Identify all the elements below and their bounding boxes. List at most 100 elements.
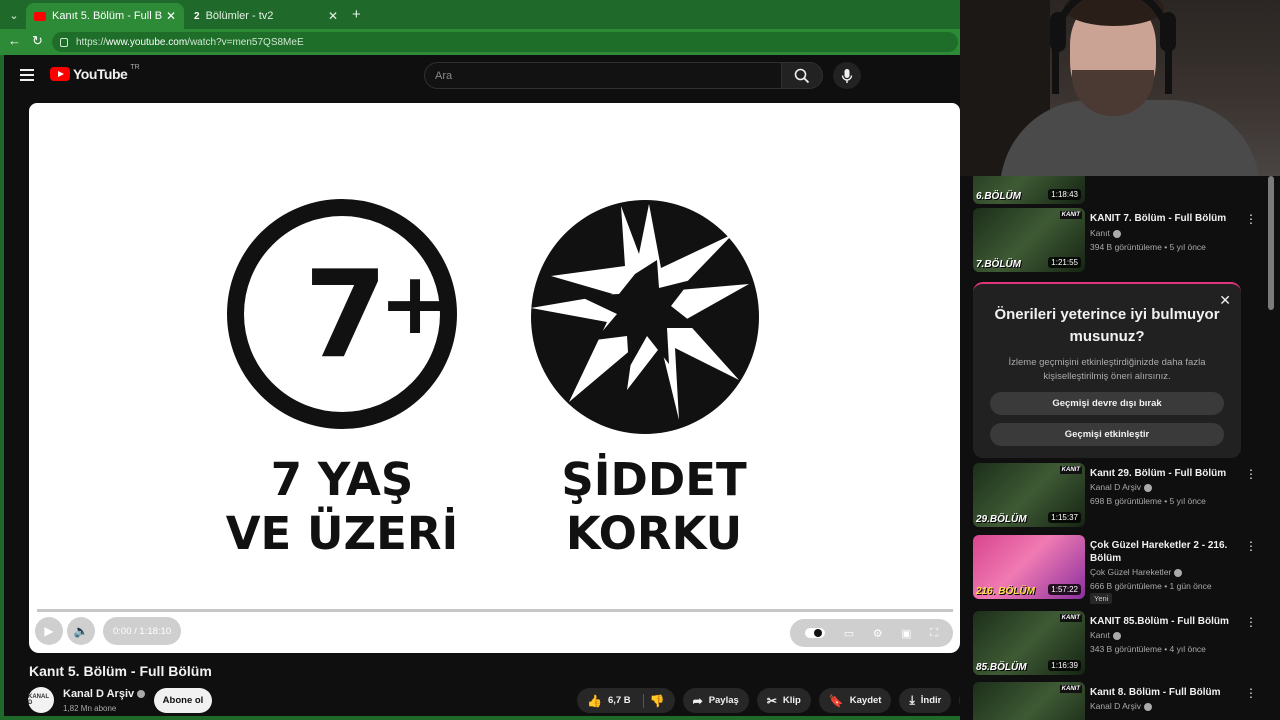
prompt-body: İzleme geçmişini etkinleştirdiğinizde da… — [1008, 357, 1206, 382]
youtube-logo[interactable]: YouTube TR — [50, 64, 140, 82]
channel-name[interactable]: Kanıt — [1090, 630, 1121, 640]
video-player[interactable]: 7 + 7 YAŞ VE ÜZERİ ŞİDDET KORKU ▶ 🔈 0:00… — [29, 103, 960, 653]
channel-name[interactable]: Kanal D Arşiv — [1090, 482, 1153, 492]
episode-badge: 6.BÖLÜM — [976, 191, 1021, 202]
browser-tab-tv2[interactable]: 2 Bölümler - tv2 ✕ — [186, 3, 346, 29]
content-rating-text: ŞİDDET KORKU — [554, 453, 754, 561]
like-count: 6,7 B — [607, 695, 631, 706]
more-options-icon[interactable]: ⋮ — [1245, 615, 1257, 629]
verified-icon — [137, 690, 146, 699]
download-icon: ⤓ — [909, 693, 915, 707]
age-rating-line2: VE ÜZERİ — [225, 507, 459, 560]
clip-button[interactable]: ✂ Klip — [756, 688, 811, 713]
verified-icon — [1112, 229, 1121, 238]
search-icon — [794, 68, 810, 83]
microphone-icon — [841, 68, 853, 83]
url-host: www.youtube.com — [106, 36, 188, 48]
voice-search-button[interactable] — [833, 62, 861, 89]
download-button[interactable]: ⤓ İndir — [899, 688, 952, 713]
close-tab-icon[interactable]: ✕ — [328, 9, 338, 23]
reload-icon[interactable]: ↻ — [32, 33, 43, 49]
scissors-icon: ✂ — [766, 693, 777, 708]
show-logo: KANIT — [1059, 685, 1082, 693]
channel-name-text: Kanıt — [1090, 228, 1110, 238]
subscribe-button[interactable]: Abone ol — [154, 688, 212, 713]
video-title[interactable]: Kanıt 29. Bölüm - Full Bölüm — [1090, 467, 1250, 480]
prompt-heading: Önerileri yeterince iyi bulmuyor musunuz… — [994, 306, 1220, 345]
browser-tab-bar: ⌄ Kanıt 5. Bölüm - Full Bölüm - YouT ✕ 2… — [0, 0, 960, 29]
browser-tab-youtube[interactable]: Kanıt 5. Bölüm - Full Bölüm - YouT ✕ — [26, 3, 184, 29]
thumbs-up-icon: 👍 — [587, 693, 602, 708]
video-thumbnail[interactable]: KANIT 29.BÖLÜM 1:15:37 — [973, 463, 1085, 527]
autoplay-toggle[interactable] — [805, 628, 826, 638]
progress-bar[interactable] — [37, 609, 953, 612]
content-rating-line1: ŞİDDET — [561, 453, 747, 506]
age-rating-number: 7 — [304, 246, 388, 385]
list-item[interactable]: 216. BÖLÜM 1:57:22 Çok Güzel Hareketler … — [973, 535, 1273, 605]
list-item[interactable]: KANIT Kanıt 8. Bölüm - Full Bölüm Kanal … — [973, 682, 1273, 720]
video-thumbnail[interactable]: KANIT — [973, 682, 1085, 720]
fullscreen-icon[interactable]: ⛶ — [930, 627, 938, 640]
channel-name-text: Çok Güzel Hareketler — [1090, 567, 1172, 577]
headset-earcup-left — [1050, 12, 1066, 52]
list-item[interactable]: 6.BÖLÜM 1:18:43 — [973, 176, 1273, 210]
more-options-icon[interactable]: ⋮ — [1245, 686, 1257, 700]
verified-icon — [1112, 631, 1121, 640]
recommendations-sidebar: 6.BÖLÜM 1:18:43 KANIT 7.BÖLÜM 1:21:55 KA… — [960, 176, 1280, 720]
list-item[interactable]: KANIT 7.BÖLÜM 1:21:55 KANIT 7. Bölüm - F… — [973, 208, 1273, 278]
content-rating-line2: KORKU — [565, 507, 743, 560]
mute-button[interactable]: 🔈 — [67, 617, 95, 645]
new-tab-plus-icon[interactable]: + — [352, 6, 361, 23]
tv2-favicon-icon: 2 — [194, 10, 200, 22]
more-options-icon[interactable]: ⋮ — [1245, 467, 1257, 481]
video-title[interactable]: KANIT 85.Bölüm - Full Bölüm — [1090, 615, 1250, 628]
close-tab-icon[interactable]: ✕ — [166, 9, 176, 23]
more-options-icon[interactable]: ⋮ — [1245, 212, 1257, 226]
video-thumbnail[interactable]: 216. BÖLÜM 1:57:22 — [973, 535, 1085, 599]
video-thumbnail[interactable]: 6.BÖLÜM 1:18:43 — [973, 176, 1085, 204]
settings-gear-icon[interactable]: ⚙ — [873, 627, 883, 640]
url-prefix: https:// — [76, 36, 107, 48]
volume-icon: 🔈 — [73, 624, 89, 638]
video-meta: 343 B görüntüleme • 4 yıl önce — [1090, 644, 1206, 654]
window-frame-left — [0, 55, 4, 720]
subtitles-icon[interactable]: ▭ — [844, 627, 854, 640]
site-info-icon[interactable] — [60, 37, 68, 47]
search-button[interactable] — [781, 62, 823, 89]
video-thumbnail[interactable]: KANIT 85.BÖLÜM 1:16:39 — [973, 611, 1085, 675]
play-icon: ▶ — [44, 624, 54, 638]
disable-history-button[interactable]: Geçmişi devre dışı bırak — [990, 392, 1224, 415]
video-title[interactable]: KANIT 7. Bölüm - Full Bölüm — [1090, 212, 1250, 225]
duration: 1:57:22 — [1048, 584, 1081, 595]
new-badge: Yeni — [1090, 593, 1113, 604]
video-thumbnail[interactable]: KANIT 7.BÖLÜM 1:21:55 — [973, 208, 1085, 272]
like-button[interactable]: 👍 6,7 B 👎 — [577, 688, 675, 713]
episode-badge: 216. BÖLÜM — [976, 586, 1035, 597]
channel-name[interactable]: Kanal D Arşiv — [1090, 701, 1153, 711]
enable-history-button[interactable]: Geçmişi etkinleştir — [990, 423, 1224, 446]
address-bar[interactable]: https://www.youtube.com/watch?v=men57QS8… — [52, 32, 958, 52]
thumbs-down-icon[interactable]: 👎 — [650, 694, 665, 708]
miniplayer-icon[interactable]: ▣ — [901, 627, 911, 640]
age-rating-line1: 7 YAŞ — [270, 453, 414, 506]
share-button[interactable]: ➦ Paylaş — [682, 688, 749, 713]
channel-avatar[interactable]: KANAL D — [28, 687, 54, 713]
play-button[interactable]: ▶ — [35, 617, 63, 645]
list-item[interactable]: KANIT 29.BÖLÜM 1:15:37 Kanıt 29. Bölüm -… — [973, 463, 1273, 533]
webcam-overlay — [960, 0, 1280, 176]
list-item[interactable]: KANIT 85.BÖLÜM 1:16:39 KANIT 85.Bölüm - … — [973, 611, 1273, 681]
back-arrow-icon[interactable]: ← — [8, 33, 21, 48]
channel-name-text: Kanal D Arşiv — [1090, 701, 1142, 711]
more-options-icon[interactable]: ⋮ — [1245, 539, 1257, 553]
channel-name[interactable]: Kanıt — [1090, 228, 1121, 238]
screen: ⌄ Kanıt 5. Bölüm - Full Bölüm - YouT ✕ 2… — [0, 0, 1280, 720]
tab-list-chevron-icon[interactable]: ⌄ — [4, 5, 24, 25]
guide-menu-icon[interactable] — [20, 69, 34, 81]
video-title[interactable]: Kanıt 8. Bölüm - Full Bölüm — [1090, 686, 1250, 699]
channel-name[interactable]: Çok Güzel Hareketler — [1090, 567, 1183, 577]
video-title[interactable]: Çok Güzel Hareketler 2 - 216. Bölüm — [1090, 539, 1250, 565]
search-input[interactable]: Ara — [424, 62, 782, 89]
duration: 1:16:39 — [1048, 660, 1081, 671]
channel-name[interactable]: Kanal D Arşiv — [63, 688, 146, 700]
save-button[interactable]: 🔖 Kaydet — [818, 688, 892, 713]
